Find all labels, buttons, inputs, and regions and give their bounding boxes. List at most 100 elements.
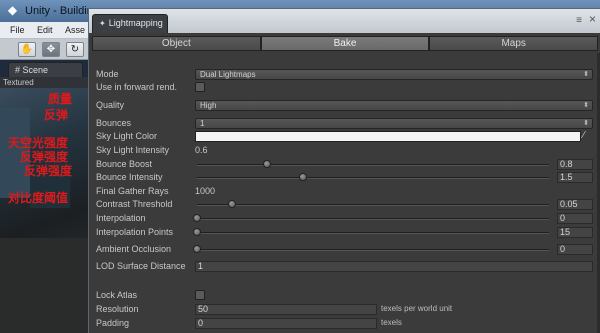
tab-maps[interactable]: Maps (429, 36, 599, 51)
sky-intensity-value[interactable]: 0.6 (195, 144, 208, 156)
row-padding: Padding 0 texels (89, 317, 600, 329)
scene-ground (0, 238, 88, 333)
interp-points-field[interactable]: 15 (557, 227, 593, 238)
resolution-field[interactable]: 50 (195, 304, 377, 315)
row-lod: LOD Surface Distance 1 (89, 260, 600, 272)
move-tool-icon[interactable]: ✥ (42, 42, 60, 57)
row-interpolation: Interpolation 0 (89, 212, 600, 224)
interpolation-thumb[interactable] (193, 214, 201, 222)
menu-file[interactable]: File (10, 25, 25, 35)
sky-color-label: Sky Light Color (96, 131, 158, 141)
lightmapping-header: ✦ Lightmapping ≡ × (89, 9, 600, 33)
bounce-boost-field[interactable]: 0.8 (557, 159, 593, 170)
contrast-field[interactable]: 0.05 (557, 199, 593, 210)
bounce-intensity-thumb[interactable] (298, 173, 307, 181)
contrast-thumb[interactable] (228, 200, 237, 208)
lightmapping-panel: Object Bake Maps Mode Dual Lightmaps ⬍ U… (89, 33, 600, 333)
lightmapping-tab-label: Lightmapping (108, 18, 163, 28)
row-contrast: Contrast Threshold 0.05 (89, 198, 600, 210)
menu-assets[interactable]: Asse (65, 25, 85, 35)
dropdown-arrow-icon: ⬍ (583, 120, 589, 127)
interp-points-label: Interpolation Points (96, 227, 174, 237)
quality-value: High (200, 101, 217, 110)
dropdown-arrow-icon: ⬍ (583, 71, 589, 78)
row-ao: Ambient Occlusion 0 (89, 243, 600, 255)
scene-tab-label: Scene (22, 65, 49, 75)
interp-points-thumb[interactable] (193, 228, 201, 236)
quality-dropdown[interactable]: High ⬍ (195, 100, 593, 111)
menu-bar: File Edit Asse (0, 22, 88, 39)
scene-tab[interactable]: # Scene (8, 62, 83, 77)
hand-tool-icon[interactable]: ✋ (18, 42, 36, 57)
close-icon[interactable]: × (589, 12, 596, 26)
annotation-contrast: 对比度阈值 (8, 191, 69, 205)
dropdown-arrow-icon: ⬍ (583, 102, 589, 109)
padding-unit: texels (381, 318, 402, 327)
mode-value: Dual Lightmaps (200, 70, 256, 79)
lock-atlas-checkbox[interactable] (195, 290, 205, 300)
interpolation-slider[interactable] (197, 218, 549, 220)
bounces-dropdown[interactable]: 1 ⬍ (195, 118, 593, 129)
row-final-gather: Final Gather Rays 1000 (89, 185, 600, 197)
forward-label: Use in forward rend. (96, 82, 178, 92)
row-bounce-boost: Bounce Boost 0.8 (89, 158, 600, 170)
eyedropper-icon[interactable]: ⁄ (583, 130, 585, 141)
lock-atlas-label: Lock Atlas (96, 290, 138, 300)
lod-label: LOD Surface Distance (96, 261, 186, 271)
row-sky-color: Sky Light Color ⁄ (89, 130, 600, 142)
ao-thumb[interactable] (193, 245, 201, 253)
row-quality: Quality High ⬍ (89, 99, 600, 111)
bounces-label: Bounces (96, 118, 132, 128)
menu-edit[interactable]: Edit (37, 25, 53, 35)
padding-label: Padding (96, 318, 130, 328)
ao-slider[interactable] (197, 249, 549, 251)
scene-render-mode[interactable]: Textured (0, 77, 88, 88)
interp-points-slider[interactable] (197, 232, 549, 234)
annotation-bounces: 反弹 (44, 108, 69, 122)
bounce-boost-slider[interactable] (197, 164, 549, 166)
window-title: Unity - Buildin (25, 5, 93, 17)
mode-label: Mode (96, 69, 119, 79)
row-forward: Use in forward rend. (89, 81, 600, 93)
bounce-intensity-field[interactable]: 1.5 (557, 172, 593, 183)
resolution-unit: texels per world unit (381, 304, 453, 313)
padding-field[interactable]: 0 (195, 318, 377, 329)
rotate-tool-icon[interactable]: ↻ (66, 42, 84, 57)
contrast-label: Contrast Threshold (96, 199, 173, 209)
bounce-boost-label: Bounce Boost (96, 159, 153, 169)
tool-bar: ✋ ✥ ↻ (0, 39, 88, 60)
row-resolution: Resolution 50 texels per world unit (89, 303, 600, 315)
bounce-boost-thumb[interactable] (263, 160, 272, 168)
lightbulb-icon: ✦ (99, 19, 106, 28)
annotation-quality: 质量 (48, 92, 73, 106)
row-bounces: Bounces 1 ⬍ (89, 117, 600, 129)
row-mode: Mode Dual Lightmaps ⬍ (89, 68, 600, 80)
bounces-value: 1 (200, 119, 205, 128)
unity-logo-icon: ◆ (7, 3, 18, 17)
scene-view[interactable] (0, 88, 88, 333)
tab-object[interactable]: Object (92, 36, 261, 51)
lightmapping-window: ✦ Lightmapping ≡ × Object Bake Maps Mode … (88, 8, 600, 333)
window-menu-icon[interactable]: ≡ (576, 15, 582, 26)
lod-field[interactable]: 1 (195, 261, 593, 272)
final-gather-value[interactable]: 1000 (195, 185, 215, 197)
row-lock-atlas: Lock Atlas (89, 289, 600, 301)
resolution-label: Resolution (96, 304, 139, 314)
tab-bake[interactable]: Bake (260, 36, 430, 51)
interpolation-label: Interpolation (96, 213, 146, 223)
row-interp-points: Interpolation Points 15 (89, 226, 600, 238)
bounce-intensity-slider[interactable] (197, 177, 549, 179)
scene-grid-icon: # (15, 65, 21, 75)
mode-dropdown[interactable]: Dual Lightmaps ⬍ (195, 69, 593, 80)
quality-label: Quality (96, 100, 125, 110)
sky-color-swatch[interactable] (195, 131, 581, 142)
contrast-slider[interactable] (197, 204, 549, 206)
sky-intensity-label: Sky Light Intensity (96, 145, 170, 155)
ao-field[interactable]: 0 (557, 244, 593, 255)
annotation-bounce-intensity: 反弹强度 (24, 164, 73, 178)
interpolation-field[interactable]: 0 (557, 213, 593, 224)
lightmapping-tab[interactable]: ✦ Lightmapping (92, 14, 168, 33)
ao-label: Ambient Occlusion (96, 244, 172, 254)
forward-checkbox[interactable] (195, 82, 205, 92)
mode-tabs: Object Bake Maps (92, 36, 599, 51)
